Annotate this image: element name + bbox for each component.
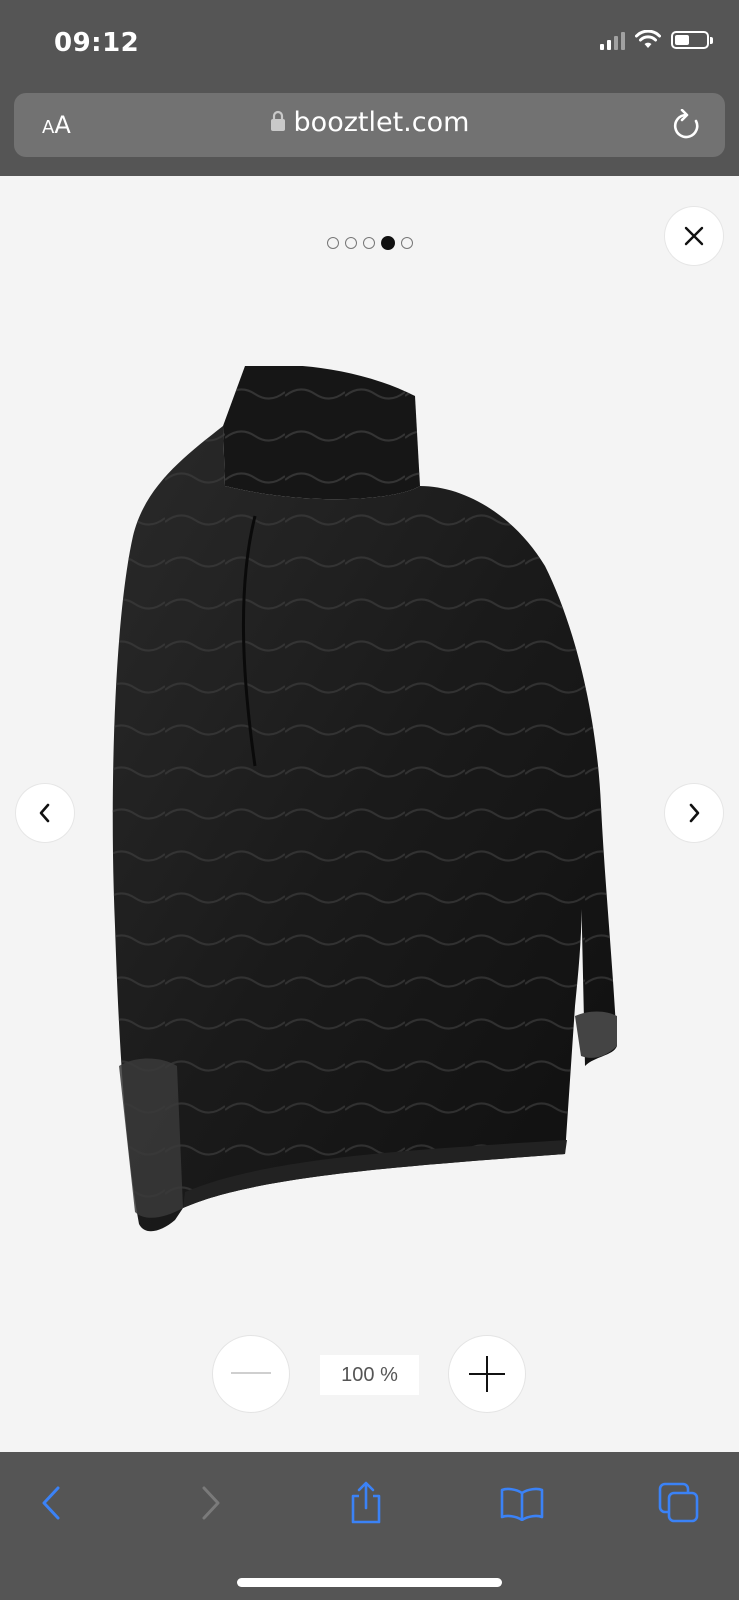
previous-image-button[interactable] <box>16 784 74 842</box>
chevron-left-icon <box>39 803 50 823</box>
url-display[interactable]: booztlet.com <box>14 107 725 138</box>
tabs-button[interactable] <box>654 1480 704 1526</box>
image-viewer: 100 % <box>0 176 739 1452</box>
tabs-icon <box>658 1482 699 1523</box>
back-icon <box>42 1486 60 1520</box>
slide-dot[interactable] <box>400 237 413 249</box>
signal-icon <box>600 30 625 50</box>
close-button[interactable] <box>665 207 723 265</box>
slide-dot-active[interactable] <box>380 236 395 250</box>
bookmarks-button[interactable] <box>497 1480 547 1526</box>
next-image-button[interactable] <box>665 784 723 842</box>
status-and-address-area: 09:12 AA booztlet.com <box>0 0 739 176</box>
status-time: 09:12 <box>54 28 140 58</box>
slide-dot[interactable] <box>362 237 375 249</box>
chevron-right-icon <box>689 803 700 823</box>
forward-button[interactable] <box>186 1480 236 1526</box>
wifi-icon <box>635 30 661 48</box>
battery-icon <box>671 31 713 49</box>
product-image[interactable] <box>105 366 635 1246</box>
zoom-out-button[interactable] <box>213 1336 289 1412</box>
slide-indicator <box>0 236 739 250</box>
lock-icon <box>270 110 285 131</box>
slide-dot[interactable] <box>344 237 357 249</box>
slide-dot[interactable] <box>326 237 339 249</box>
url-text: booztlet.com <box>293 107 470 138</box>
reload-icon[interactable] <box>671 109 701 141</box>
status-icons <box>600 30 713 50</box>
home-indicator <box>237 1578 502 1587</box>
back-button[interactable] <box>26 1480 76 1526</box>
plus-icon <box>469 1356 505 1392</box>
zoom-in-button[interactable] <box>449 1336 525 1412</box>
bookmarks-icon <box>500 1487 544 1521</box>
close-icon <box>684 226 704 246</box>
zoom-level: 100 % <box>320 1355 419 1395</box>
forward-icon <box>202 1486 220 1520</box>
share-button[interactable] <box>341 1480 391 1526</box>
share-icon <box>351 1481 381 1524</box>
minus-icon <box>231 1372 271 1374</box>
address-bar[interactable]: AA booztlet.com <box>14 93 725 157</box>
